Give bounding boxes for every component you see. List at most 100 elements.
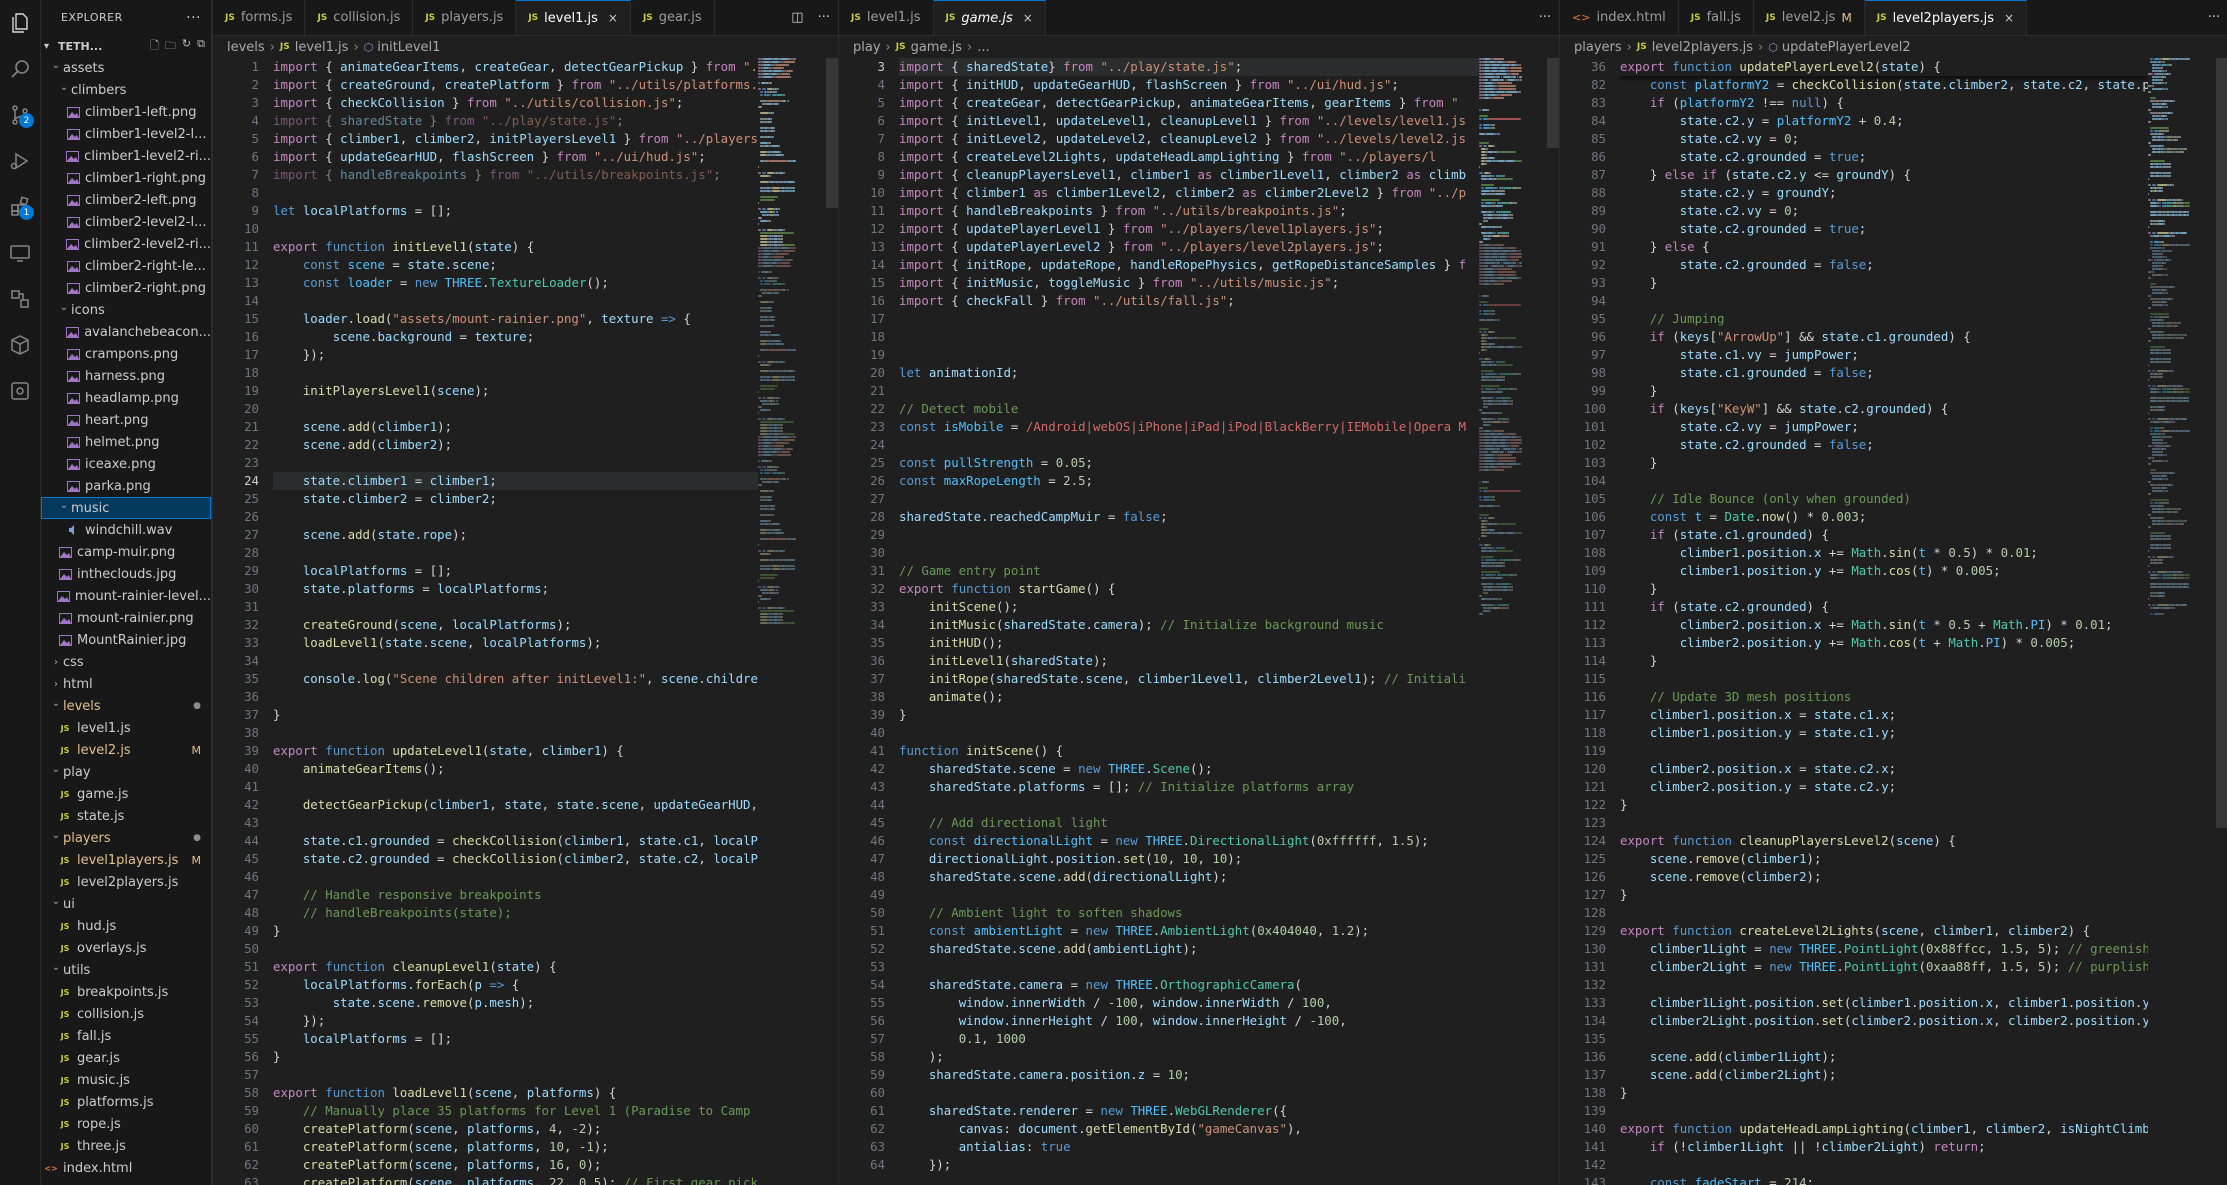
code-line[interactable]: const scene = state.scene; — [273, 256, 758, 274]
code-line[interactable]: state.c2.grounded = false; — [1620, 256, 2148, 274]
code-line[interactable]: } else if (state.c2.y <= groundY) { — [1620, 166, 2148, 184]
source-control-icon[interactable]: 2 — [0, 92, 40, 138]
code-line[interactable]: sharedState.scene.add(directionalLight); — [899, 868, 1479, 886]
code-line[interactable]: createPlatform(scene, platforms, 16, 0); — [273, 1156, 758, 1174]
breadcrumb-item[interactable]: levels — [227, 40, 265, 55]
code-line[interactable]: export function initLevel1(state) { — [273, 238, 758, 256]
code-line[interactable]: climber1.position.x = state.c1.x; — [1620, 706, 2148, 724]
code-line[interactable]: sharedState.renderer = new THREE.WebGLRe… — [899, 1102, 1479, 1120]
code-line[interactable]: state.c2.y = groundY; — [1620, 184, 2148, 202]
split-editor-icon[interactable]: ◫ — [791, 10, 803, 25]
code-line[interactable]: } — [273, 922, 758, 940]
tree-file[interactable]: parka.png — [41, 475, 211, 497]
tree-file[interactable]: JS level1.js — [41, 717, 211, 739]
breadcrumb-item[interactable]: game.js — [911, 40, 962, 55]
tree-folder[interactable]: ⌄ ui — [41, 893, 211, 915]
code-line[interactable]: sharedState.camera.position.z = 10; — [899, 1066, 1479, 1084]
code-line[interactable]: window.innerHeight / 100, window.innerHe… — [899, 1012, 1479, 1030]
containers-icon[interactable] — [0, 322, 40, 368]
code-line[interactable]: export function createLevel2Lights(scene… — [1620, 922, 2148, 940]
code-line[interactable]: } — [1620, 796, 2148, 814]
tab-players-js[interactable]: JS players.js — [413, 0, 517, 35]
new-file-icon[interactable]: 🗋 — [150, 37, 159, 56]
code-line[interactable] — [273, 1066, 758, 1084]
code-line[interactable]: } — [1620, 580, 2148, 598]
code-line[interactable]: } — [273, 706, 758, 724]
scrollbar-thumb[interactable] — [1547, 58, 1559, 148]
code-line[interactable]: state.climber2 = climber2; — [273, 490, 758, 508]
scrollbar-thumb[interactable] — [826, 58, 838, 208]
code-line[interactable]: import { sharedState } from "../play/sta… — [273, 112, 758, 130]
code-line[interactable] — [273, 364, 758, 382]
search-icon[interactable] — [0, 46, 40, 92]
code-line[interactable]: const maxRopeLength = 2.5; — [899, 472, 1479, 490]
code-line[interactable]: state.c2.grounded = true; — [1620, 148, 2148, 166]
code-line[interactable]: 0.1, 1000 — [899, 1030, 1479, 1048]
tab-level1-js[interactable]: JS level1.js × — [516, 0, 631, 35]
code-line[interactable]: import { climber1, climber2, initPlayers… — [273, 130, 758, 148]
code-line[interactable]: scene.add(climber1Light); — [1620, 1048, 2148, 1066]
code-line[interactable]: animateGearItems(); — [273, 760, 758, 778]
more-actions-icon[interactable]: ··· — [186, 10, 201, 26]
breadcrumb-item[interactable]: initLevel1 — [377, 40, 440, 55]
code-lines[interactable]: export function updatePlayerLevel2(state… — [1620, 58, 2148, 1185]
code-line[interactable]: let localPlatforms = []; — [273, 202, 758, 220]
code-line[interactable]: import { checkFall } from "../utils/fall… — [899, 292, 1479, 310]
code-line[interactable]: climber1Light.position.set(climber1.posi… — [1620, 994, 2148, 1012]
tree-file[interactable]: JS overlays.js — [41, 937, 211, 959]
tree-file[interactable]: camp-muir.png — [41, 541, 211, 563]
tree-file[interactable]: JS game.js — [41, 783, 211, 805]
code-line[interactable]: const isMobile = /Android|webOS|iPhone|i… — [899, 418, 1479, 436]
code-line[interactable]: canvas: document.getElementById("gameCan… — [899, 1120, 1479, 1138]
minimap[interactable] — [2148, 58, 2227, 1185]
code-line[interactable] — [1620, 292, 2148, 310]
code-line[interactable]: createPlatform(scene, platforms, 22, 0.5… — [273, 1174, 758, 1185]
code-line[interactable]: localPlatforms.forEach(p => { — [273, 976, 758, 994]
code-line[interactable]: // Handle responsive breakpoints — [273, 886, 758, 904]
tree-file[interactable]: climber2-right.png — [41, 277, 211, 299]
run-debug-icon[interactable] — [0, 138, 40, 184]
code-line[interactable] — [273, 652, 758, 670]
code-line[interactable]: localPlatforms = []; — [273, 562, 758, 580]
code-line[interactable]: const loader = new THREE.TextureLoader()… — [273, 274, 758, 292]
code-line[interactable]: state.c2.vy = 0; — [1620, 130, 2148, 148]
code-line[interactable]: sharedState.scene = new THREE.Scene(); — [899, 760, 1479, 778]
code-line[interactable]: import { checkCollision } from "../utils… — [273, 94, 758, 112]
tree-file[interactable]: mount-rainier.png — [41, 607, 211, 629]
code-lines[interactable]: import { animateGearItems, createGear, d… — [273, 58, 758, 1185]
code-line[interactable]: climber1Light = new THREE.PointLight(0x8… — [1620, 940, 2148, 958]
code-line[interactable]: state.climber1 = climber1; — [273, 472, 758, 490]
tab-forms-js[interactable]: JS forms.js — [213, 0, 306, 35]
code-line[interactable]: scene.add(climber1); — [273, 418, 758, 436]
code-line[interactable]: initRope(sharedState.scene, climber1Leve… — [899, 670, 1479, 688]
code-line[interactable]: state.c2.vy = 0; — [1620, 202, 2148, 220]
code-line[interactable] — [899, 958, 1479, 976]
code-line[interactable] — [273, 508, 758, 526]
tree-file[interactable]: iceaxe.png — [41, 453, 211, 475]
tree-folder[interactable]: ⌄ players ● — [41, 827, 211, 849]
code-line[interactable]: }); — [899, 1156, 1479, 1174]
breadcrumb-item[interactable]: play — [853, 40, 881, 55]
code-line[interactable]: antialias: true — [899, 1138, 1479, 1156]
code-line[interactable]: loader.load("assets/mount-rainier.png", … — [273, 310, 758, 328]
code-line[interactable] — [899, 328, 1479, 346]
code-line[interactable]: state.c1.grounded = checkCollision(climb… — [273, 832, 758, 850]
tree-file[interactable]: JS platforms.js — [41, 1091, 211, 1113]
code-line[interactable] — [273, 544, 758, 562]
tree-folder[interactable]: › css — [41, 651, 211, 673]
tab-level2players-js[interactable]: JS level2players.js × — [1864, 0, 2028, 35]
breadcrumb-item[interactable]: level2players.js — [1652, 40, 1753, 55]
docker-icon[interactable] — [0, 368, 40, 414]
code-line[interactable]: import { initRope, updateRope, handleRop… — [899, 256, 1479, 274]
code-line[interactable]: }); — [273, 346, 758, 364]
code-line[interactable]: // Jumping — [1620, 310, 2148, 328]
code-line[interactable]: climber1.position.y = state.c1.y; — [1620, 724, 2148, 742]
code-line[interactable]: }); — [273, 1012, 758, 1030]
tree-file[interactable]: JS level2players.js — [41, 871, 211, 893]
tree-file[interactable]: climber1-left.png — [41, 101, 211, 123]
code-line[interactable]: import { initHUD, updateGearHUD, flashSc… — [899, 76, 1479, 94]
code-line[interactable] — [899, 310, 1479, 328]
code-line[interactable] — [273, 724, 758, 742]
code-line[interactable] — [273, 940, 758, 958]
code-line[interactable]: initPlayersLevel1(scene); — [273, 382, 758, 400]
